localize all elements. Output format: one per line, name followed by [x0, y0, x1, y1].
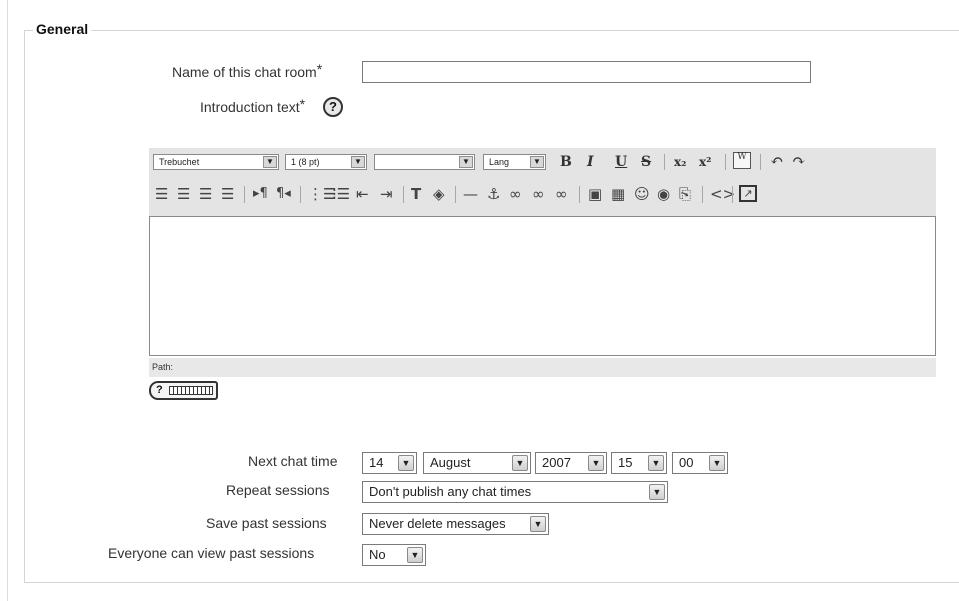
font-family-value: Trebuchet	[159, 157, 200, 167]
font-family-select[interactable]: Trebuchet ▼	[153, 154, 279, 170]
toolbar-separator	[725, 154, 726, 170]
toolbar-separator	[760, 154, 761, 170]
justify-icon[interactable]: ☰	[221, 185, 234, 203]
year-select[interactable]: 2007 ▼	[535, 452, 607, 474]
view-past-sessions-select[interactable]: No ▼	[362, 544, 426, 566]
view-past-sessions-label: Everyone can view past sessions	[108, 545, 315, 561]
html-editor: Trebuchet ▼ 1 (8 pt) ▼ ▼ Lang ▼ B I U S …	[149, 148, 936, 377]
editor-content-area[interactable]	[149, 216, 936, 356]
clean-html-icon[interactable]: ⎘	[679, 185, 691, 203]
editor-toolbar: Trebuchet ▼ 1 (8 pt) ▼ ▼ Lang ▼ B I U S …	[149, 148, 936, 216]
font-size-select[interactable]: 1 (8 pt) ▼	[285, 154, 367, 170]
chevron-down-icon: ▼	[649, 484, 665, 500]
lang-value: Lang	[489, 157, 510, 167]
chevron-down-icon: ▼	[459, 156, 473, 168]
horizontal-rule-icon[interactable]: —	[463, 185, 478, 203]
required-marker: *	[316, 61, 323, 77]
toolbar-separator	[579, 186, 580, 203]
toolbar-separator	[300, 186, 301, 203]
ltr-icon[interactable]: ▸¶	[253, 185, 268, 203]
year-value: 2007	[542, 455, 571, 470]
hour-select[interactable]: 15 ▼	[611, 452, 667, 474]
chevron-down-icon: ▼	[351, 156, 365, 168]
smiley-icon[interactable]: ☺	[634, 185, 650, 203]
unordered-list-icon[interactable]: ⁝☰	[332, 185, 350, 203]
link-icon[interactable]: ∞	[509, 185, 522, 203]
toolbar-separator	[732, 186, 733, 203]
required-marker: *	[299, 96, 306, 112]
anchor-icon[interactable]: ⚓	[487, 185, 500, 203]
chevron-down-icon: ▼	[530, 156, 544, 168]
paste-word-icon[interactable]: W	[733, 152, 751, 169]
day-select[interactable]: 14 ▼	[362, 452, 417, 474]
minute-value: 00	[679, 455, 694, 470]
toolbar-separator	[455, 186, 456, 203]
repeat-sessions-value: Don't publish any chat times	[369, 484, 532, 499]
repeat-sessions-select[interactable]: Don't publish any chat times ▼	[362, 481, 668, 503]
help-icon[interactable]: ?	[323, 97, 343, 117]
intro-label-text: Introduction text	[200, 99, 300, 115]
chevron-down-icon: ▼	[588, 455, 604, 471]
align-center-icon[interactable]: ☰	[177, 185, 190, 203]
lang-select[interactable]: Lang ▼	[483, 154, 546, 170]
bold-icon[interactable]: B	[560, 153, 572, 171]
italic-icon[interactable]: I	[587, 153, 594, 171]
month-value: August	[430, 455, 471, 470]
help-icon: ?	[156, 384, 163, 396]
save-past-sessions-select[interactable]: Never delete messages ▼	[362, 513, 549, 535]
style-select[interactable]: ▼	[374, 154, 475, 170]
name-label-text: Name of this chat room	[172, 64, 317, 80]
chevron-down-icon: ▼	[530, 516, 546, 532]
day-value: 14	[369, 455, 384, 470]
section-legend: General	[33, 21, 92, 37]
toolbar-separator	[702, 186, 703, 203]
toolbar-separator	[664, 154, 665, 170]
repeat-sessions-label: Repeat sessions	[226, 482, 330, 498]
image-icon[interactable]: ▣	[588, 185, 602, 203]
fullscreen-icon[interactable]: ↗	[739, 185, 757, 202]
chevron-down-icon: ▼	[263, 156, 277, 168]
chevron-down-icon: ▼	[407, 547, 423, 563]
name-label: Name of this chat room*	[172, 61, 322, 80]
outdent-icon[interactable]: ⇤	[356, 185, 369, 203]
chevron-down-icon: ▼	[398, 455, 414, 471]
save-past-sessions-label: Save past sessions	[206, 515, 327, 531]
undo-icon[interactable]: ↶	[770, 152, 783, 170]
strikethrough-icon[interactable]: S	[641, 153, 651, 171]
rtl-icon[interactable]: ¶◂	[276, 185, 291, 203]
bg-color-icon[interactable]: ◈	[433, 185, 445, 203]
chat-room-name-input[interactable]	[362, 61, 811, 83]
unlink-icon[interactable]: ∞	[532, 185, 545, 203]
chevron-down-icon: ▼	[709, 455, 725, 471]
next-chat-time-label: Next chat time	[248, 453, 338, 469]
superscript-icon[interactable]: x²	[699, 153, 711, 171]
intro-label: Introduction text*	[200, 96, 305, 115]
table-icon[interactable]: ▦	[611, 185, 625, 203]
nolink-icon[interactable]: ∞	[555, 185, 568, 203]
month-select[interactable]: August ▼	[423, 452, 531, 474]
redo-icon[interactable]: ↷	[792, 152, 805, 170]
chevron-down-icon: ▼	[512, 455, 528, 471]
keyboard-icon	[169, 386, 213, 395]
hour-value: 15	[618, 455, 633, 470]
search-icon[interactable]: ◉	[657, 185, 670, 203]
keyboard-help-button[interactable]: ?	[149, 381, 218, 400]
toolbar-separator	[244, 186, 245, 203]
toolbar-separator	[403, 186, 404, 203]
save-past-sessions-value: Never delete messages	[369, 516, 506, 531]
minute-select[interactable]: 00 ▼	[672, 452, 728, 474]
underline-icon[interactable]: U	[615, 153, 627, 171]
font-size-value: 1 (8 pt)	[291, 157, 320, 167]
editor-path-bar: Path:	[149, 358, 936, 377]
align-right-icon[interactable]: ☰	[199, 185, 212, 203]
align-left-icon[interactable]: ☰	[155, 185, 168, 203]
page-left-edge	[0, 0, 8, 601]
indent-icon[interactable]: ⇥	[380, 185, 393, 203]
text-color-icon[interactable]: T	[411, 185, 421, 203]
view-past-sessions-value: No	[369, 547, 386, 562]
chevron-down-icon: ▼	[648, 455, 664, 471]
subscript-icon[interactable]: x₂	[674, 153, 686, 171]
